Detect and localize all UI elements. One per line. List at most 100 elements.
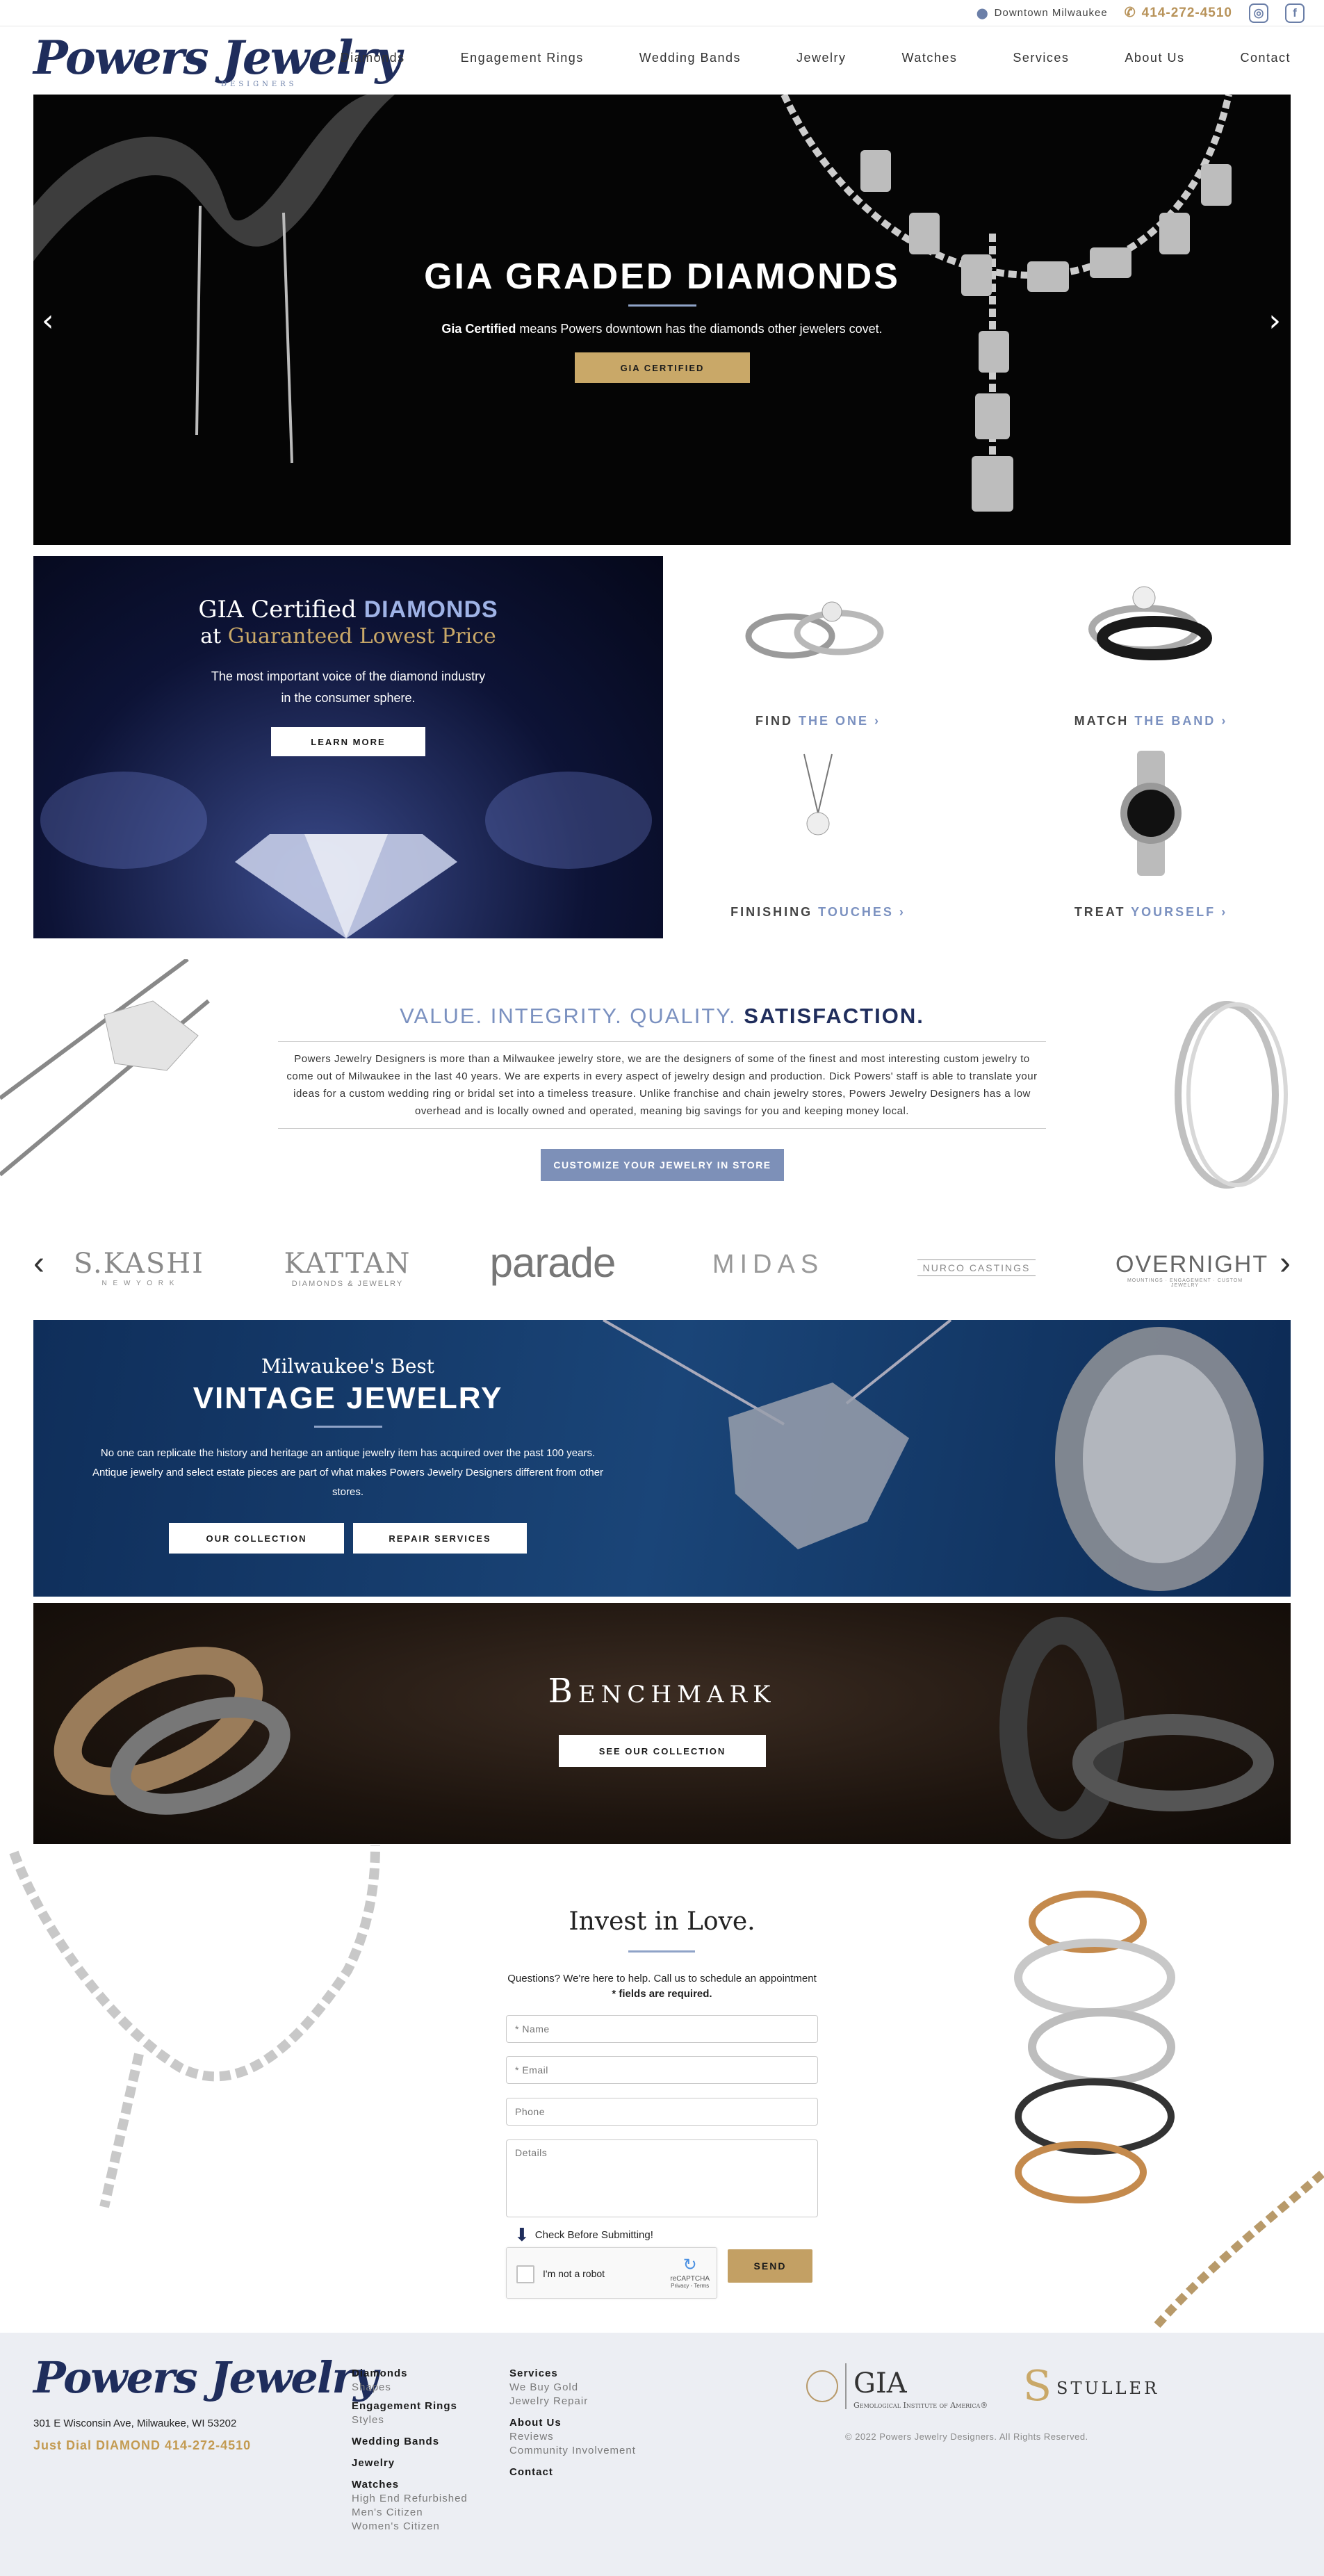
brands-prev-arrow[interactable]: ‹ xyxy=(33,1244,44,1282)
nav-contact[interactable]: Contact xyxy=(1240,51,1291,65)
watch-image xyxy=(1120,751,1182,876)
location-link[interactable]: ⬤ Downtown Milwaukee xyxy=(976,7,1108,19)
gia-certified-button[interactable]: GIA CERTIFIED xyxy=(575,352,750,383)
chevron-right-icon: › xyxy=(1221,714,1228,728)
name-field[interactable] xyxy=(506,2015,818,2043)
recaptcha-checkbox[interactable] xyxy=(516,2265,534,2283)
nav-services[interactable]: Services xyxy=(1013,51,1069,65)
learn-more-button[interactable]: LEARN MORE xyxy=(271,727,425,756)
footer-link-shapes[interactable]: Shapes xyxy=(352,2381,468,2393)
chevron-right-icon: › xyxy=(874,714,881,728)
footer-link-diamonds[interactable]: Diamonds xyxy=(352,2367,468,2379)
our-collection-button[interactable]: OUR COLLECTION xyxy=(169,1523,344,1554)
brand-kattan[interactable]: KATTAN DIAMONDS & JEWELRY xyxy=(278,1248,417,1288)
footer-col-1: Diamonds Shapes Engagement Rings Styles … xyxy=(352,2367,468,2532)
customize-jewelry-button[interactable]: CUSTOMIZE YOUR JEWELRY IN STORE xyxy=(541,1149,784,1181)
gia-seal-icon xyxy=(806,2370,838,2402)
tile-caption-b: YOURSELF xyxy=(1131,905,1216,919)
nav-watches[interactable]: Watches xyxy=(902,51,958,65)
form-title: Invest in Love. xyxy=(569,1907,755,1936)
brand-midas[interactable]: MIDAS xyxy=(698,1250,837,1280)
footer-link-community-involvement[interactable]: Community Involvement xyxy=(509,2445,636,2456)
check-hint: ⬇ Check Before Submitting! xyxy=(514,2224,653,2246)
vintage-divider xyxy=(314,1426,382,1428)
nav-jewelry[interactable]: Jewelry xyxy=(796,51,847,65)
phone-link[interactable]: ✆ 414-272-4510 xyxy=(1125,5,1232,21)
brand-name: S.KASHI xyxy=(74,1248,204,1280)
nav-engagement-rings[interactable]: Engagement Rings xyxy=(461,51,584,65)
tile-caption-a: FIND xyxy=(755,714,799,728)
brand-overnight[interactable]: OVERNIGHT MOUNTINGS · ENGAGEMENT · CUSTO… xyxy=(1115,1251,1267,1288)
repair-services-button[interactable]: REPAIR SERVICES xyxy=(353,1523,527,1554)
hero-subtitle: Gia Certified means Powers downtown has … xyxy=(33,322,1291,336)
tile-treat-yourself[interactable]: TREAT YOURSELF › xyxy=(1005,747,1297,935)
footer-logo[interactable]: Powers Jewelry xyxy=(33,2352,378,2403)
footer-link-about-us[interactable]: About Us xyxy=(509,2417,636,2429)
footer-link-watches[interactable]: Watches xyxy=(352,2479,468,2491)
tile-find-the-one[interactable]: FIND THE ONE › xyxy=(672,556,964,744)
facebook-icon[interactable]: f xyxy=(1285,3,1305,23)
brands-next-arrow[interactable]: › xyxy=(1280,1244,1291,1282)
hero-divider xyxy=(628,304,696,307)
gia-card-heading: GIA Certified DIAMONDS xyxy=(33,596,663,623)
value-heading-a: VALUE. INTEGRITY. QUALITY. xyxy=(400,1004,744,1028)
brand-parade[interactable]: parade xyxy=(487,1239,619,1287)
vintage-banner: Milwaukee's Best VINTAGE JEWELRY No one … xyxy=(33,1320,1291,1597)
details-field[interactable] xyxy=(506,2139,818,2217)
value-body: Powers Jewelry Designers is more than a … xyxy=(278,1041,1046,1129)
chevron-right-icon: › xyxy=(899,905,906,919)
see-our-collection-button[interactable]: SEE OUR COLLECTION xyxy=(559,1735,766,1767)
hero-jewelry-image xyxy=(33,95,1232,512)
chevron-right-icon: › xyxy=(1221,905,1228,919)
footer-link-engagement-rings[interactable]: Engagement Rings xyxy=(352,2400,468,2412)
footer-link-womens-citizen[interactable]: Women's Citizen xyxy=(352,2520,468,2532)
brand-name: parade xyxy=(489,1239,616,1286)
send-button[interactable]: SEND xyxy=(728,2249,812,2283)
gia-promo-card[interactable]: GIA Certified DIAMONDS at Guaranteed Low… xyxy=(33,556,663,938)
recaptcha-icon: ↻ xyxy=(683,2256,697,2274)
benchmark-rings-image xyxy=(54,1617,1274,1839)
gia-card-subheading-b: Guaranteed Lowest Price xyxy=(227,624,496,649)
gia-subtitle: Gemological Institute of America® xyxy=(853,2401,988,2410)
footer-link-reviews[interactable]: Reviews xyxy=(509,2431,636,2443)
tile-match-the-band[interactable]: MATCH THE BAND › xyxy=(1005,556,1297,744)
vintage-kicker: Milwaukee's Best xyxy=(261,1355,435,1378)
brand-nurco[interactable]: NURCO CASTINGS xyxy=(917,1260,1036,1276)
footer-link-styles[interactable]: Styles xyxy=(352,2414,468,2426)
stuller-logo[interactable]: STULLER xyxy=(1056,2379,1159,2398)
main-nav: Diamonds Engagement Rings Wedding Bands … xyxy=(285,51,1291,65)
footer-dial[interactable]: Just Dial DIAMOND 414-272-4510 xyxy=(33,2438,251,2453)
engagement-ring-image xyxy=(745,601,884,659)
footer-link-services[interactable]: Services xyxy=(509,2367,636,2379)
gia-card-subheading: at Guaranteed Lowest Price xyxy=(33,624,663,649)
brand-s-kashi[interactable]: S.KASHI N E W Y O R K xyxy=(73,1248,205,1287)
footer-link-wedding-bands[interactable]: Wedding Bands xyxy=(352,2436,468,2447)
brand-sub: N E W Y O R K xyxy=(101,1280,177,1287)
nav-wedding-bands[interactable]: Wedding Bands xyxy=(639,51,741,65)
footer-link-jewelry[interactable]: Jewelry xyxy=(352,2457,468,2469)
nav-about-us[interactable]: About Us xyxy=(1125,51,1184,65)
vintage-title: VINTAGE JEWELRY xyxy=(193,1381,503,1415)
brand-carousel: ‹ › S.KASHI N E W Y O R K KATTAN DIAMOND… xyxy=(0,1230,1324,1310)
footer-link-jewelry-repair[interactable]: Jewelry Repair xyxy=(509,2395,636,2407)
footer-link-we-buy-gold[interactable]: We Buy Gold xyxy=(509,2381,636,2393)
recaptcha-widget[interactable]: I'm not a robot ↻ reCAPTCHA Privacy - Te… xyxy=(506,2247,717,2299)
map-pin-icon: ⬤ xyxy=(976,7,989,19)
footer-link-high-end-refurbished[interactable]: High End Refurbished xyxy=(352,2493,468,2504)
check-hint-text: Check Before Submitting! xyxy=(534,2229,653,2241)
tweezers-diamond-image xyxy=(0,959,210,1177)
email-field[interactable] xyxy=(506,2056,818,2084)
tile-finishing-touches[interactable]: FINISHING TOUCHES › xyxy=(672,747,964,935)
vintage-body: No one can replicate the history and her… xyxy=(92,1447,604,1498)
nav-diamonds[interactable]: Diamonds xyxy=(341,51,405,65)
footer-address: 301 E Wisconsin Ave, Milwaukee, WI 53202 xyxy=(33,2418,237,2429)
phone-number: 414-272-4510 xyxy=(1141,5,1232,20)
brand-name: MIDAS xyxy=(712,1250,824,1279)
instagram-icon[interactable]: ◎ xyxy=(1249,3,1268,23)
gia-logo[interactable]: GIA xyxy=(853,2367,907,2399)
phone-field[interactable] xyxy=(506,2098,818,2126)
footer-link-contact[interactable]: Contact xyxy=(509,2466,636,2478)
recaptcha-links[interactable]: Privacy - Terms xyxy=(670,2283,710,2289)
footer-link-mens-citizen[interactable]: Men's Citizen xyxy=(352,2506,468,2518)
form-help: Questions? We're here to help. Call us t… xyxy=(0,1971,1324,2002)
